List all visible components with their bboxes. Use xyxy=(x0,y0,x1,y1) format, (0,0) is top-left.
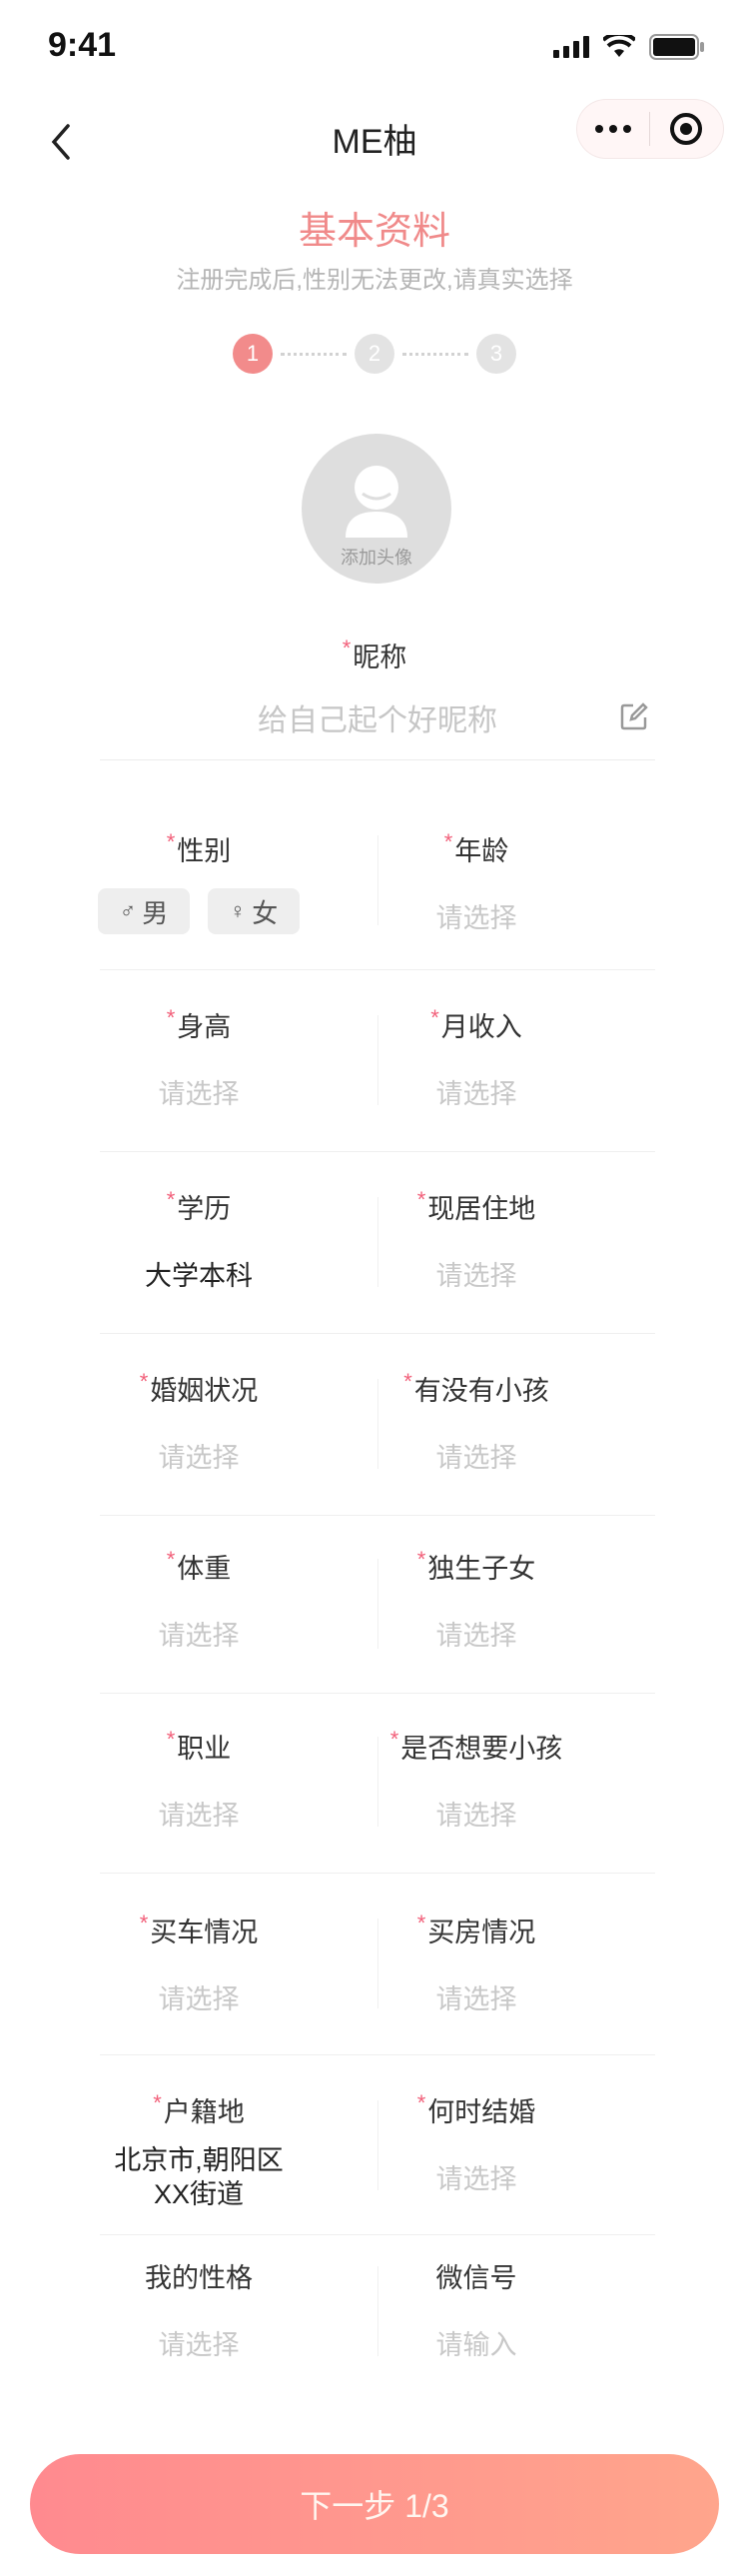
edit-icon[interactable] xyxy=(619,701,649,731)
weight-field[interactable]: *体重 请选择 xyxy=(60,1547,338,1653)
step-connector xyxy=(281,352,347,356)
signal-icon xyxy=(553,36,589,58)
personality-field[interactable]: 我的性格 请选择 xyxy=(60,2256,338,2362)
nav-bar: ME柚 xyxy=(0,92,749,192)
occupation-field[interactable]: *职业 请选择 xyxy=(60,1727,338,1833)
form-row: *学历 大学本科 *现居住地 请选择 xyxy=(100,1151,655,1334)
step-3: 3 xyxy=(476,334,516,374)
marriage-time-field[interactable]: *何时结婚 请选择 xyxy=(338,2090,615,2196)
form-row: *身高 请选择 *月收入 请选择 xyxy=(100,969,655,1152)
nickname-input[interactable]: 给自己起个好昵称 xyxy=(100,689,655,760)
next-step-button[interactable]: 下一步 1/3 xyxy=(30,2454,719,2554)
status-icons xyxy=(553,34,705,60)
gender-field: *性别 ♂ 男 ♀ 女 xyxy=(60,829,338,934)
form-row: *体重 请选择 *独生子女 请选择 xyxy=(100,1515,655,1694)
form-row: *买车情况 请选择 *买房情况 请选择 xyxy=(100,1873,655,2055)
wifi-icon xyxy=(603,35,635,57)
page-title: 基本资料 xyxy=(298,211,450,253)
nickname-label: *昵称 xyxy=(342,636,407,672)
battery-icon xyxy=(649,34,704,60)
male-icon: ♂ xyxy=(119,898,137,923)
has-children-field[interactable]: *有没有小孩 请选择 xyxy=(338,1369,615,1475)
gender-male-button[interactable]: ♂ 男 xyxy=(98,888,190,934)
household-register-field[interactable]: *户籍地 北京市,朝阳区 XX街道 xyxy=(60,2090,338,2211)
form-row: *户籍地 北京市,朝阳区 XX街道 *何时结婚 请选择 xyxy=(100,2054,655,2235)
step-connector xyxy=(402,352,468,356)
close-miniprogram-icon[interactable] xyxy=(650,112,722,146)
age-field[interactable]: *年龄 请选择 xyxy=(338,829,615,935)
more-icon[interactable] xyxy=(577,125,649,133)
menu-capsule xyxy=(577,100,723,158)
form-row: 我的性格 请选择 微信号 请输入 xyxy=(100,2234,655,2384)
want-children-field[interactable]: *是否想要小孩 请选择 xyxy=(338,1727,615,1833)
status-bar: 9:41 xyxy=(0,0,749,92)
house-status-field[interactable]: *买房情况 请选择 xyxy=(338,1911,615,2016)
education-field[interactable]: *学历 大学本科 xyxy=(60,1187,338,1293)
avatar-upload[interactable]: 添加头像 xyxy=(302,434,451,584)
form-row: *婚姻状况 请选择 *有没有小孩 请选择 xyxy=(100,1333,655,1516)
only-child-field[interactable]: *独生子女 请选择 xyxy=(338,1547,615,1653)
age-value: 请选择 xyxy=(435,903,517,933)
residence-field[interactable]: *现居住地 请选择 xyxy=(338,1187,615,1293)
car-status-field[interactable]: *买车情况 请选择 xyxy=(60,1911,338,2016)
step-1: 1 xyxy=(233,334,273,374)
form-row: *职业 请选择 *是否想要小孩 请选择 xyxy=(100,1693,655,1874)
height-field[interactable]: *身高 请选择 xyxy=(60,1005,338,1111)
form-row: *性别 ♂ 男 ♀ 女 *年龄 请选择 xyxy=(98,789,655,970)
avatar-label: 添加头像 xyxy=(341,548,412,568)
page-subtitle: 注册完成后,性别无法更改,请真实选择 xyxy=(176,267,573,294)
income-field[interactable]: *月收入 请选择 xyxy=(338,1005,615,1111)
step-indicator: 1 2 3 xyxy=(0,334,749,374)
female-icon: ♀ xyxy=(229,898,247,923)
wechat-field[interactable]: 微信号 请输入 xyxy=(338,2256,615,2362)
step-2: 2 xyxy=(355,334,394,374)
nickname-placeholder: 给自己起个好昵称 xyxy=(258,704,497,737)
gender-female-button[interactable]: ♀ 女 xyxy=(208,888,300,934)
required-mark: * xyxy=(342,636,352,660)
marital-status-field[interactable]: *婚姻状况 请选择 xyxy=(60,1369,338,1475)
status-time: 9:41 xyxy=(48,26,117,64)
